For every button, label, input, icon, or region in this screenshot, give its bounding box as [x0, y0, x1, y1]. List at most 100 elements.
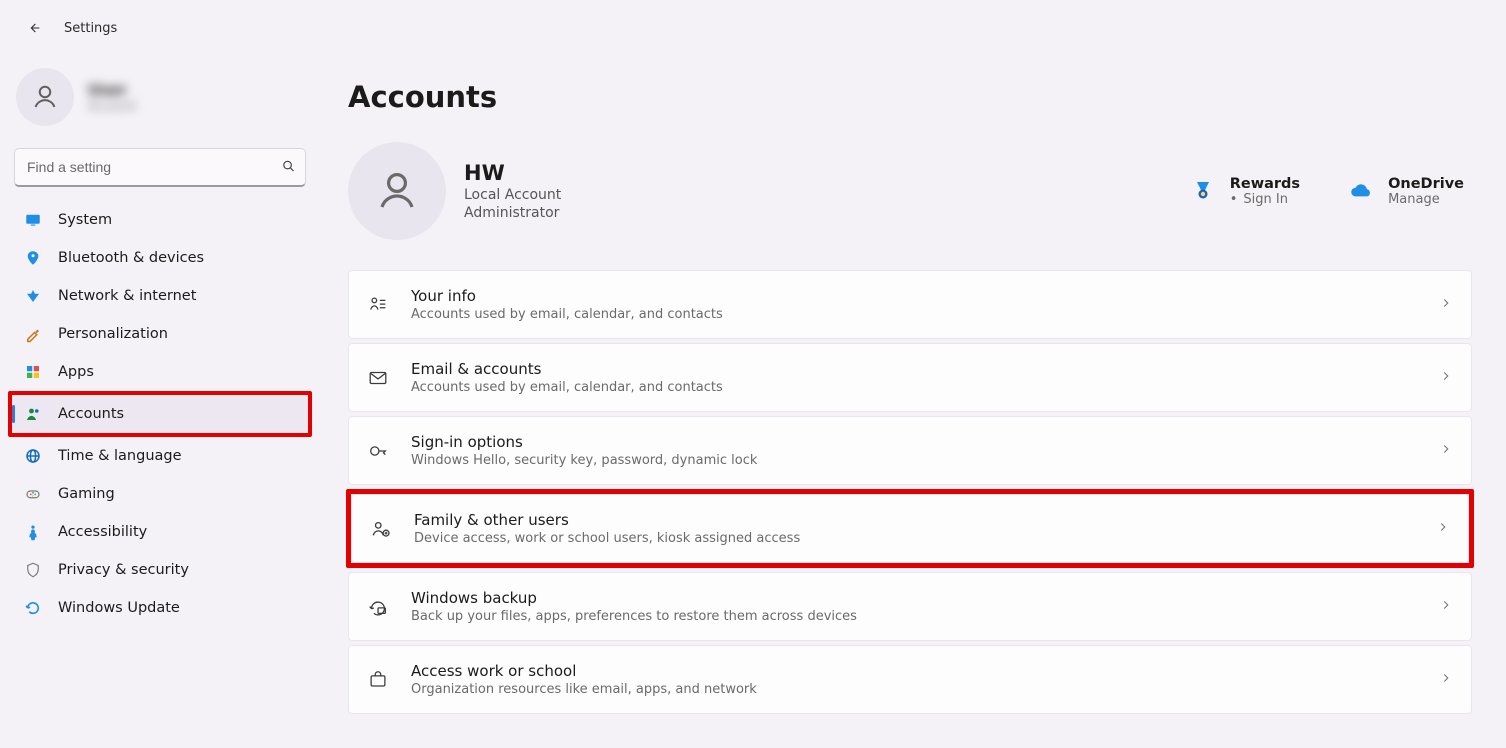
- card-subtitle: Accounts used by email, calendar, and co…: [411, 380, 723, 395]
- card-email-accounts[interactable]: Email & accounts Accounts used by email, …: [348, 343, 1472, 412]
- card-windows-backup[interactable]: Windows backup Back up your files, apps, …: [348, 572, 1472, 641]
- chevron-right-icon: [1439, 670, 1453, 689]
- profile-sub: Account: [88, 99, 136, 113]
- sidebar-item-apps[interactable]: Apps: [12, 353, 308, 391]
- highlight-box: Accounts: [8, 391, 312, 437]
- cloud-icon: [1348, 178, 1374, 204]
- search-icon: [281, 158, 296, 177]
- rewards-link[interactable]: Rewards Sign In: [1190, 176, 1300, 207]
- card-subtitle: Back up your files, apps, preferences to…: [411, 609, 857, 624]
- arrow-left-icon: [26, 20, 42, 36]
- card-title: Your info: [411, 287, 723, 305]
- card-wrap: Sign-in options Windows Hello, security k…: [348, 416, 1472, 485]
- card-icon: [367, 440, 389, 462]
- settings-cards: Your info Accounts used by email, calenda…: [348, 270, 1472, 714]
- card-subtitle: Organization resources like email, apps,…: [411, 682, 757, 697]
- card-family-other-users[interactable]: Family & other users Device access, work …: [351, 494, 1469, 563]
- search-input[interactable]: [14, 148, 306, 187]
- card-icon: [367, 294, 389, 316]
- main-content: Accounts HW Local Account Administrator: [320, 50, 1506, 748]
- sidebar-item-accounts[interactable]: Accounts: [12, 395, 308, 433]
- card-title: Windows backup: [411, 589, 857, 607]
- sidebar-item-network-internet[interactable]: Network & internet: [12, 277, 308, 315]
- sidebar-item-label: Apps: [58, 364, 94, 380]
- account-name: HW: [464, 161, 561, 185]
- card-icon: [367, 367, 389, 389]
- card-title: Access work or school: [411, 662, 757, 680]
- sidebar-item-windows-update[interactable]: Windows Update: [12, 589, 308, 627]
- chevron-right-icon: [1439, 295, 1453, 314]
- medal-icon: [1190, 178, 1216, 204]
- sidebar-item-label: Bluetooth & devices: [58, 250, 204, 266]
- card-wrap: Access work or school Organization resour…: [348, 645, 1472, 714]
- card-subtitle: Device access, work or school users, kio…: [414, 531, 800, 546]
- account-type: Local Account: [464, 187, 561, 203]
- page-title: Accounts: [348, 80, 1472, 114]
- nav-icon: [24, 249, 42, 267]
- card-sign-in-options[interactable]: Sign-in options Windows Hello, security k…: [348, 416, 1472, 485]
- person-icon: [373, 167, 421, 215]
- sidebar-item-personalization[interactable]: Personalization: [12, 315, 308, 353]
- nav-icon: [24, 447, 42, 465]
- card-icon: [367, 669, 389, 691]
- nav-icon: [24, 363, 42, 381]
- back-button[interactable]: [18, 12, 50, 44]
- card-wrap: Windows backup Back up your files, apps, …: [348, 572, 1472, 641]
- rewards-sub: Sign In: [1230, 192, 1300, 207]
- sidebar-item-bluetooth-devices[interactable]: Bluetooth & devices: [12, 239, 308, 277]
- rewards-title: Rewards: [1230, 176, 1300, 192]
- nav-icon: [24, 523, 42, 541]
- card-wrap: Email & accounts Accounts used by email, …: [348, 343, 1472, 412]
- sidebar-item-label: Network & internet: [58, 288, 196, 304]
- sidebar: User Account System Bluetooth & devices Ne…: [0, 50, 320, 748]
- sidebar-item-accessibility[interactable]: Accessibility: [12, 513, 308, 551]
- nav-icon: [24, 485, 42, 503]
- sidebar-item-label: Privacy & security: [58, 562, 189, 578]
- chevron-right-icon: [1436, 519, 1450, 538]
- sidebar-item-label: System: [58, 212, 112, 228]
- nav-icon: [24, 211, 42, 229]
- nav-icon: [24, 561, 42, 579]
- card-access-work-or-school[interactable]: Access work or school Organization resour…: [348, 645, 1472, 714]
- sidebar-item-label: Personalization: [58, 326, 168, 342]
- chevron-right-icon: [1439, 597, 1453, 616]
- onedrive-title: OneDrive: [1388, 176, 1464, 192]
- card-subtitle: Accounts used by email, calendar, and co…: [411, 307, 723, 322]
- onedrive-sub: Manage: [1388, 192, 1464, 207]
- card-title: Email & accounts: [411, 360, 723, 378]
- onedrive-link[interactable]: OneDrive Manage: [1348, 176, 1464, 207]
- card-your-info[interactable]: Your info Accounts used by email, calenda…: [348, 270, 1472, 339]
- card-icon: [370, 518, 392, 540]
- highlight-box: Family & other users Device access, work …: [346, 489, 1474, 568]
- avatar: [16, 68, 74, 126]
- sidebar-item-label: Accessibility: [58, 524, 147, 540]
- app-title: Settings: [64, 21, 117, 36]
- nav-icon: [24, 599, 42, 617]
- card-title: Sign-in options: [411, 433, 757, 451]
- sidebar-item-label: Windows Update: [58, 600, 180, 616]
- card-wrap: Your info Accounts used by email, calenda…: [348, 270, 1472, 339]
- sidebar-item-time-language[interactable]: Time & language: [12, 437, 308, 475]
- sidebar-item-privacy-security[interactable]: Privacy & security: [12, 551, 308, 589]
- card-subtitle: Windows Hello, security key, password, d…: [411, 453, 757, 468]
- sidebar-item-label: Time & language: [58, 448, 182, 464]
- sidebar-item-label: Gaming: [58, 486, 115, 502]
- search-container: [14, 148, 306, 187]
- account-header: HW Local Account Administrator Rewards S…: [348, 142, 1472, 240]
- nav-icon: [24, 287, 42, 305]
- sidebar-item-gaming[interactable]: Gaming: [12, 475, 308, 513]
- person-icon: [30, 82, 60, 112]
- account-role: Administrator: [464, 205, 561, 221]
- card-icon: [367, 596, 389, 618]
- sidebar-item-label: Accounts: [58, 406, 124, 422]
- sidebar-profile[interactable]: User Account: [12, 50, 308, 148]
- account-avatar: [348, 142, 446, 240]
- nav-icon: [24, 405, 42, 423]
- nav-icon: [24, 325, 42, 343]
- profile-name: User: [88, 81, 136, 99]
- chevron-right-icon: [1439, 441, 1453, 460]
- chevron-right-icon: [1439, 368, 1453, 387]
- sidebar-nav: System Bluetooth & devices Network & inter…: [12, 201, 308, 627]
- card-title: Family & other users: [414, 511, 800, 529]
- sidebar-item-system[interactable]: System: [12, 201, 308, 239]
